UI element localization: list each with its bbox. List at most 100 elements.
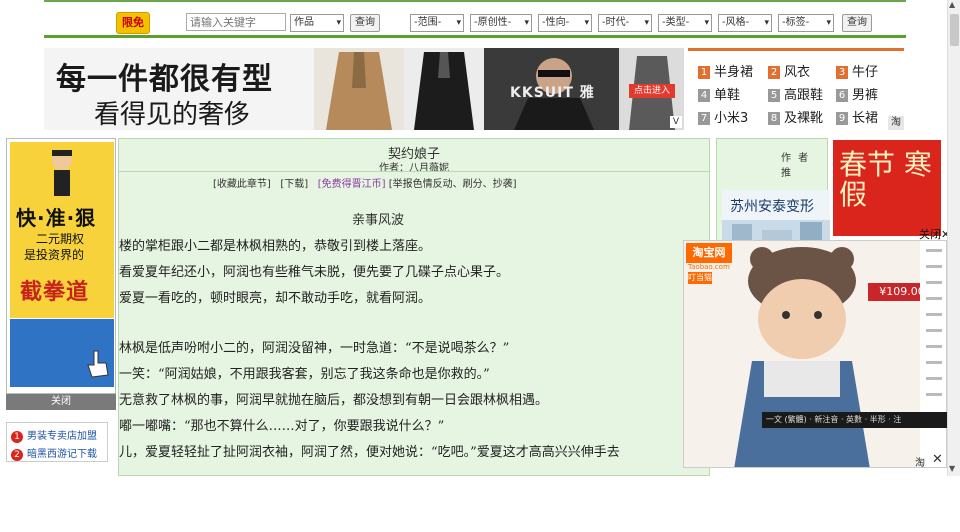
filter-select-era[interactable]: -时代- xyxy=(598,14,652,32)
trench-coat-image xyxy=(314,48,404,130)
shop-tag: 叮当猫 xyxy=(688,272,712,284)
panel-title: 作 者 推 xyxy=(781,153,811,179)
left-ad-close-button[interactable]: 关闭 xyxy=(6,394,116,410)
thumb-bar[interactable] xyxy=(926,249,942,252)
left-float-ad[interactable]: 快·准·狠 二元期权 是投资界的 截拳道 汇 xyxy=(6,138,116,532)
taobao-mark[interactable]: 淘 xyxy=(911,454,929,469)
rank-number: 9 xyxy=(836,112,848,125)
bookmark-link[interactable]: [收藏此章节] xyxy=(213,179,271,190)
ad-line: 二元期权 xyxy=(36,232,85,246)
black-coat-image xyxy=(404,48,484,130)
filter-select-tag[interactable]: -标签- xyxy=(778,14,834,32)
taobao-close-button[interactable]: 关闭✕ xyxy=(919,226,950,242)
brand-label: KKSUIT 雅 xyxy=(510,85,595,101)
ad-yellow-panel: 快·准·狠 二元期权 是投资界的 截拳道 xyxy=(10,142,114,318)
thumb-bar[interactable] xyxy=(926,329,942,332)
thumb-bar[interactable] xyxy=(926,265,942,268)
rank-number: 2 xyxy=(768,66,780,79)
paragraph: 无意救了林枫的事，阿润早就抛在脑后，都没想到有朝一日会跟林枫相遇。 xyxy=(119,393,549,408)
filter-select-scope[interactable]: -范围- xyxy=(410,14,464,32)
search-button[interactable]: 查询 xyxy=(350,14,380,32)
hand-cursor-icon xyxy=(87,350,109,378)
divider xyxy=(119,171,709,172)
thumb-bar[interactable] xyxy=(926,393,942,396)
fashion-banner-ad[interactable]: 每一件都很有型 看得见的奢侈 KKSUIT 雅 点击进入 V xyxy=(44,48,684,130)
keyword-label: 牛仔 xyxy=(852,65,879,80)
hot-keyword[interactable]: 2 风衣 xyxy=(768,61,810,80)
filter-select-orientation[interactable]: -性向- xyxy=(538,14,592,32)
ad-blue-panel: 汇 xyxy=(10,319,114,532)
banner-text-panel: 每一件都很有型 看得见的奢侈 xyxy=(44,48,314,130)
link-number: 2 xyxy=(11,449,23,461)
paragraph: 林枫是低声吩咐小二的，阿润没留神，一时急道：“不是说喝茶么？” xyxy=(119,341,510,356)
rank-number: 3 xyxy=(836,66,848,79)
spring-festival-ad[interactable]: 春节 寒假 xyxy=(833,140,941,236)
filter-search-button[interactable]: 查询 xyxy=(842,14,872,32)
hot-keywords-box: 1 半身裙 2 风衣 3 牛仔 4 单鞋 5 高跟鞋 6 男裤 7 小米3 8 及裸靴 9 长裙 … xyxy=(688,48,904,130)
hot-keyword[interactable]: 6 男裤 xyxy=(836,84,878,103)
free-coin-link[interactable]: [免费得晋江币] xyxy=(318,179,386,190)
hot-keyword[interactable]: 7 小米3 xyxy=(698,107,748,126)
hot-keyword[interactable]: 9 长裙 xyxy=(836,107,878,126)
scroll-down-icon[interactable]: ▼ xyxy=(949,464,955,473)
scroll-up-icon[interactable]: ▲ xyxy=(949,0,955,9)
page-scrollbar[interactable]: ▲ ▼ xyxy=(947,0,960,476)
hot-keyword[interactable]: 8 及裸靴 xyxy=(768,107,823,126)
spring-ad-text: 春节 寒假 xyxy=(839,148,932,211)
sponsored-links: 1 男装专卖店加盟 2 暗黑西游记下载 xyxy=(6,422,108,462)
thumb-bar[interactable] xyxy=(926,361,942,364)
filter-select-type[interactable]: -类型- xyxy=(658,14,712,32)
fighter-figure xyxy=(52,150,72,196)
scrollbar-thumb[interactable] xyxy=(950,14,959,46)
thumb-bar[interactable] xyxy=(926,377,942,380)
taobao-mark[interactable]: 淘 xyxy=(888,116,904,130)
keyword-label: 及裸靴 xyxy=(784,111,824,126)
close-icon[interactable]: ✕ xyxy=(932,452,943,467)
rank-number: 5 xyxy=(768,89,780,102)
thumb-bar[interactable] xyxy=(926,313,942,316)
paragraph: 看爱夏年纪还小，阿润也有些稚气未脱，便先要了几碟子点心果子。 xyxy=(119,265,510,280)
link-number: 1 xyxy=(11,431,23,443)
taobao-popup-ad[interactable]: 淘宝网 Taobao.com 叮当猫 ¥109.00 xyxy=(683,240,947,468)
report-link[interactable]: [举报色情反动、刷分、抄袭] xyxy=(389,179,517,190)
download-link[interactable]: [下载] xyxy=(280,179,308,190)
suzhou-ad-text: 苏州安泰变形 xyxy=(730,199,814,215)
paragraph: 爱夏一看吃的，顿时眼亮，却不敢动手吃，就看阿润。 xyxy=(119,291,432,306)
thumb-bar[interactable] xyxy=(926,297,942,300)
filter-select-originality[interactable]: -原创性- xyxy=(470,14,532,32)
thumb-bar[interactable] xyxy=(926,281,942,284)
ime-toolbar[interactable]: 一文 (繁體) · 新注音 · 英數 · 半形 · 注 xyxy=(762,412,954,428)
banner-corner-mark: V xyxy=(670,116,682,128)
search-type-select[interactable]: 作品 xyxy=(290,14,344,32)
suzhou-ad[interactable]: 苏州安泰变形 xyxy=(722,190,830,246)
ad-line: 是投资界的 xyxy=(24,248,85,262)
hot-keyword[interactable]: 3 牛仔 xyxy=(836,61,878,80)
hot-keyword[interactable]: 4 单鞋 xyxy=(698,84,740,103)
banner-subline: 看得见的奢侈 xyxy=(94,100,251,130)
free-badge[interactable]: 限免 xyxy=(116,12,150,34)
hot-keyword[interactable]: 1 半身裙 xyxy=(698,61,753,80)
rank-number: 8 xyxy=(768,112,780,125)
sponsored-link[interactable]: 1 男装专卖店加盟 xyxy=(11,427,97,443)
ad-logo: 汇 xyxy=(20,521,30,532)
sponsored-link[interactable]: 2 暗黑西游记下载 xyxy=(11,445,97,461)
keyword-label: 半身裙 xyxy=(714,65,754,80)
keyword-label: 风衣 xyxy=(784,65,811,80)
enter-button[interactable]: 点击进入 xyxy=(629,84,675,98)
hot-keyword[interactable]: 5 高跟鞋 xyxy=(768,84,823,103)
banner-headline: 每一件都很有型 xyxy=(56,62,273,97)
close-label: 关闭 xyxy=(919,228,941,241)
filter-select-style[interactable]: -风格- xyxy=(718,14,772,32)
chapter-toolbar: [收藏此章节] [下载] [免费得晋江币] [举报色情反动、刷分、抄袭] xyxy=(213,175,517,190)
chapter-title: 亲事风波 xyxy=(351,213,404,228)
link-label: 暗黑西游记下载 xyxy=(27,449,97,460)
chapter-reader: 契约娘子 作者：八月薇妮 [收藏此章节] [下载] [免费得晋江币] [举报色情… xyxy=(118,138,710,476)
keyword-label: 小米3 xyxy=(714,111,749,126)
rank-number: 4 xyxy=(698,89,710,102)
rank-number: 6 xyxy=(836,89,848,102)
search-input[interactable] xyxy=(186,13,286,31)
rank-number: 1 xyxy=(698,66,710,79)
taobao-domain: Taobao.com xyxy=(688,263,730,271)
paragraph: 儿，爱夏轻轻扯了扯阿润衣袖，阿润了然，便对她说：“吃吧。”爱夏这才高高兴兴伸手去 xyxy=(119,445,620,460)
thumb-bar[interactable] xyxy=(926,345,942,348)
